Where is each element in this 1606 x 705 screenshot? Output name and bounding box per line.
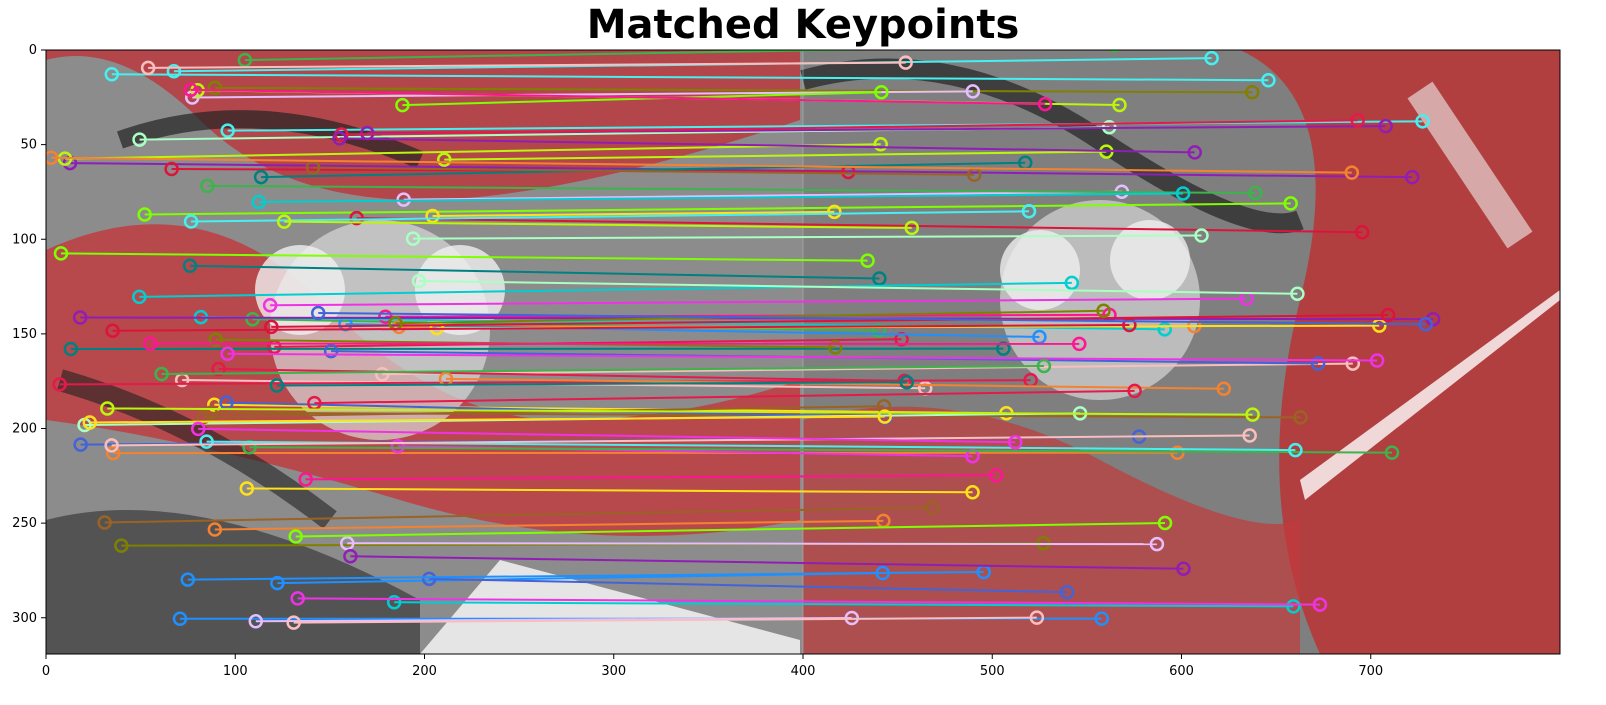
x-tick-label: 400 [791, 664, 816, 679]
y-tick-label: 0 [29, 43, 37, 58]
y-tick-label: 300 [12, 611, 37, 626]
y-tick-label: 200 [12, 422, 37, 437]
y-tick-label: 50 [20, 138, 37, 153]
x-tick-label: 500 [980, 664, 1005, 679]
x-tick-label: 600 [1169, 664, 1194, 679]
y-tick-label: 100 [12, 232, 37, 247]
x-tick-label: 700 [1358, 664, 1383, 679]
plot-area: 0 100 200 300 400 500 600 700 0 50 100 150 200 250 30… [12, 43, 1561, 679]
y-tick-label: 150 [12, 327, 37, 342]
x-tick-label: 0 [42, 664, 50, 679]
match-line [347, 542, 1157, 546]
x-tick-label: 300 [601, 664, 626, 679]
x-tick-label: 100 [223, 664, 248, 679]
keypoint-marker [1108, 50, 1120, 53]
y-axis: 0 50 100 150 200 250 300 [12, 43, 46, 626]
x-tick-label: 200 [412, 664, 437, 679]
x-axis: 0 100 200 300 400 500 600 700 [42, 654, 1383, 679]
y-tick-label: 250 [12, 516, 37, 531]
